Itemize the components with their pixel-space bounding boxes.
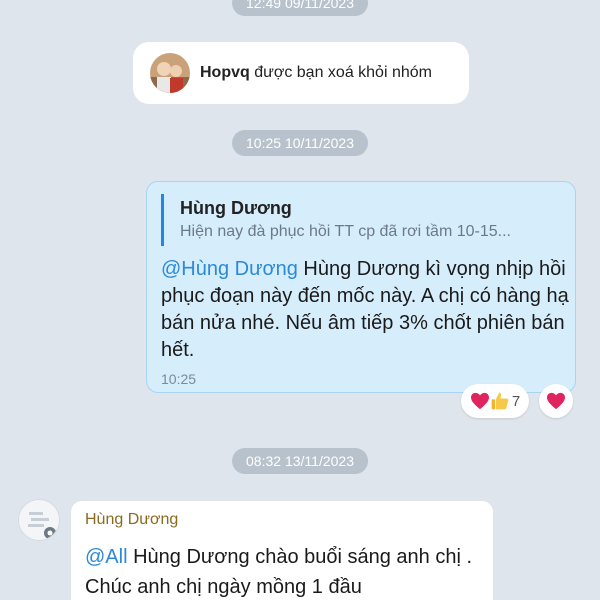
quoted-sender-name: Hùng Dương (180, 198, 292, 218)
system-notice: Hopvq được bạn xoá khỏi nhóm (133, 42, 469, 104)
notice-text: được bạn xoá khỏi nhóm (249, 64, 432, 81)
message-body: Hùng Dương chào buổi sáng anh chị . Chúc… (85, 546, 473, 598)
quoted-message[interactable]: Hùng Dương Hiện nay đà phục hồi TT cp đã… (161, 194, 561, 246)
chat-view[interactable]: 12:49 09/11/2023 Hopvq được bạn xoá khỏi… (0, 0, 600, 600)
message-text: @Hùng Dương Hùng Dương kì vọng nhịp hồi … (161, 256, 571, 364)
sender-name[interactable]: Hùng Dương (85, 511, 178, 529)
reaction-count: 7 (511, 392, 521, 410)
avatar[interactable] (18, 499, 60, 541)
thumbs-up-icon (491, 392, 509, 410)
avatar (150, 53, 190, 93)
timestamp-pill: 08:32 13/11/2023 (232, 448, 368, 474)
heart-icon (547, 392, 565, 410)
mention-link[interactable]: @All (85, 546, 128, 568)
removed-member-name: Hopvq (200, 64, 250, 81)
quoted-text: Hiện nay đà phục hồi TT cp đã rơi tầm 10… (180, 223, 511, 240)
mention-link[interactable]: @Hùng Dương (161, 258, 298, 280)
outgoing-message-bubble[interactable]: Hùng Dương Hiện nay đà phục hồi TT cp đã… (146, 181, 576, 393)
heart-icon (470, 392, 489, 410)
reaction-summary[interactable]: 7 (461, 384, 529, 418)
message-time: 10:25 (161, 371, 197, 387)
timestamp-pill: 12:49 09/11/2023 (232, 0, 368, 16)
message-text: @All Hùng Dương chào buổi sáng anh chị .… (85, 542, 485, 600)
react-button[interactable] (539, 384, 573, 418)
timestamp-pill: 10:25 10/11/2023 (232, 130, 368, 156)
incoming-message-bubble[interactable]: Hùng Dương @All Hùng Dương chào buổi sán… (70, 500, 494, 600)
